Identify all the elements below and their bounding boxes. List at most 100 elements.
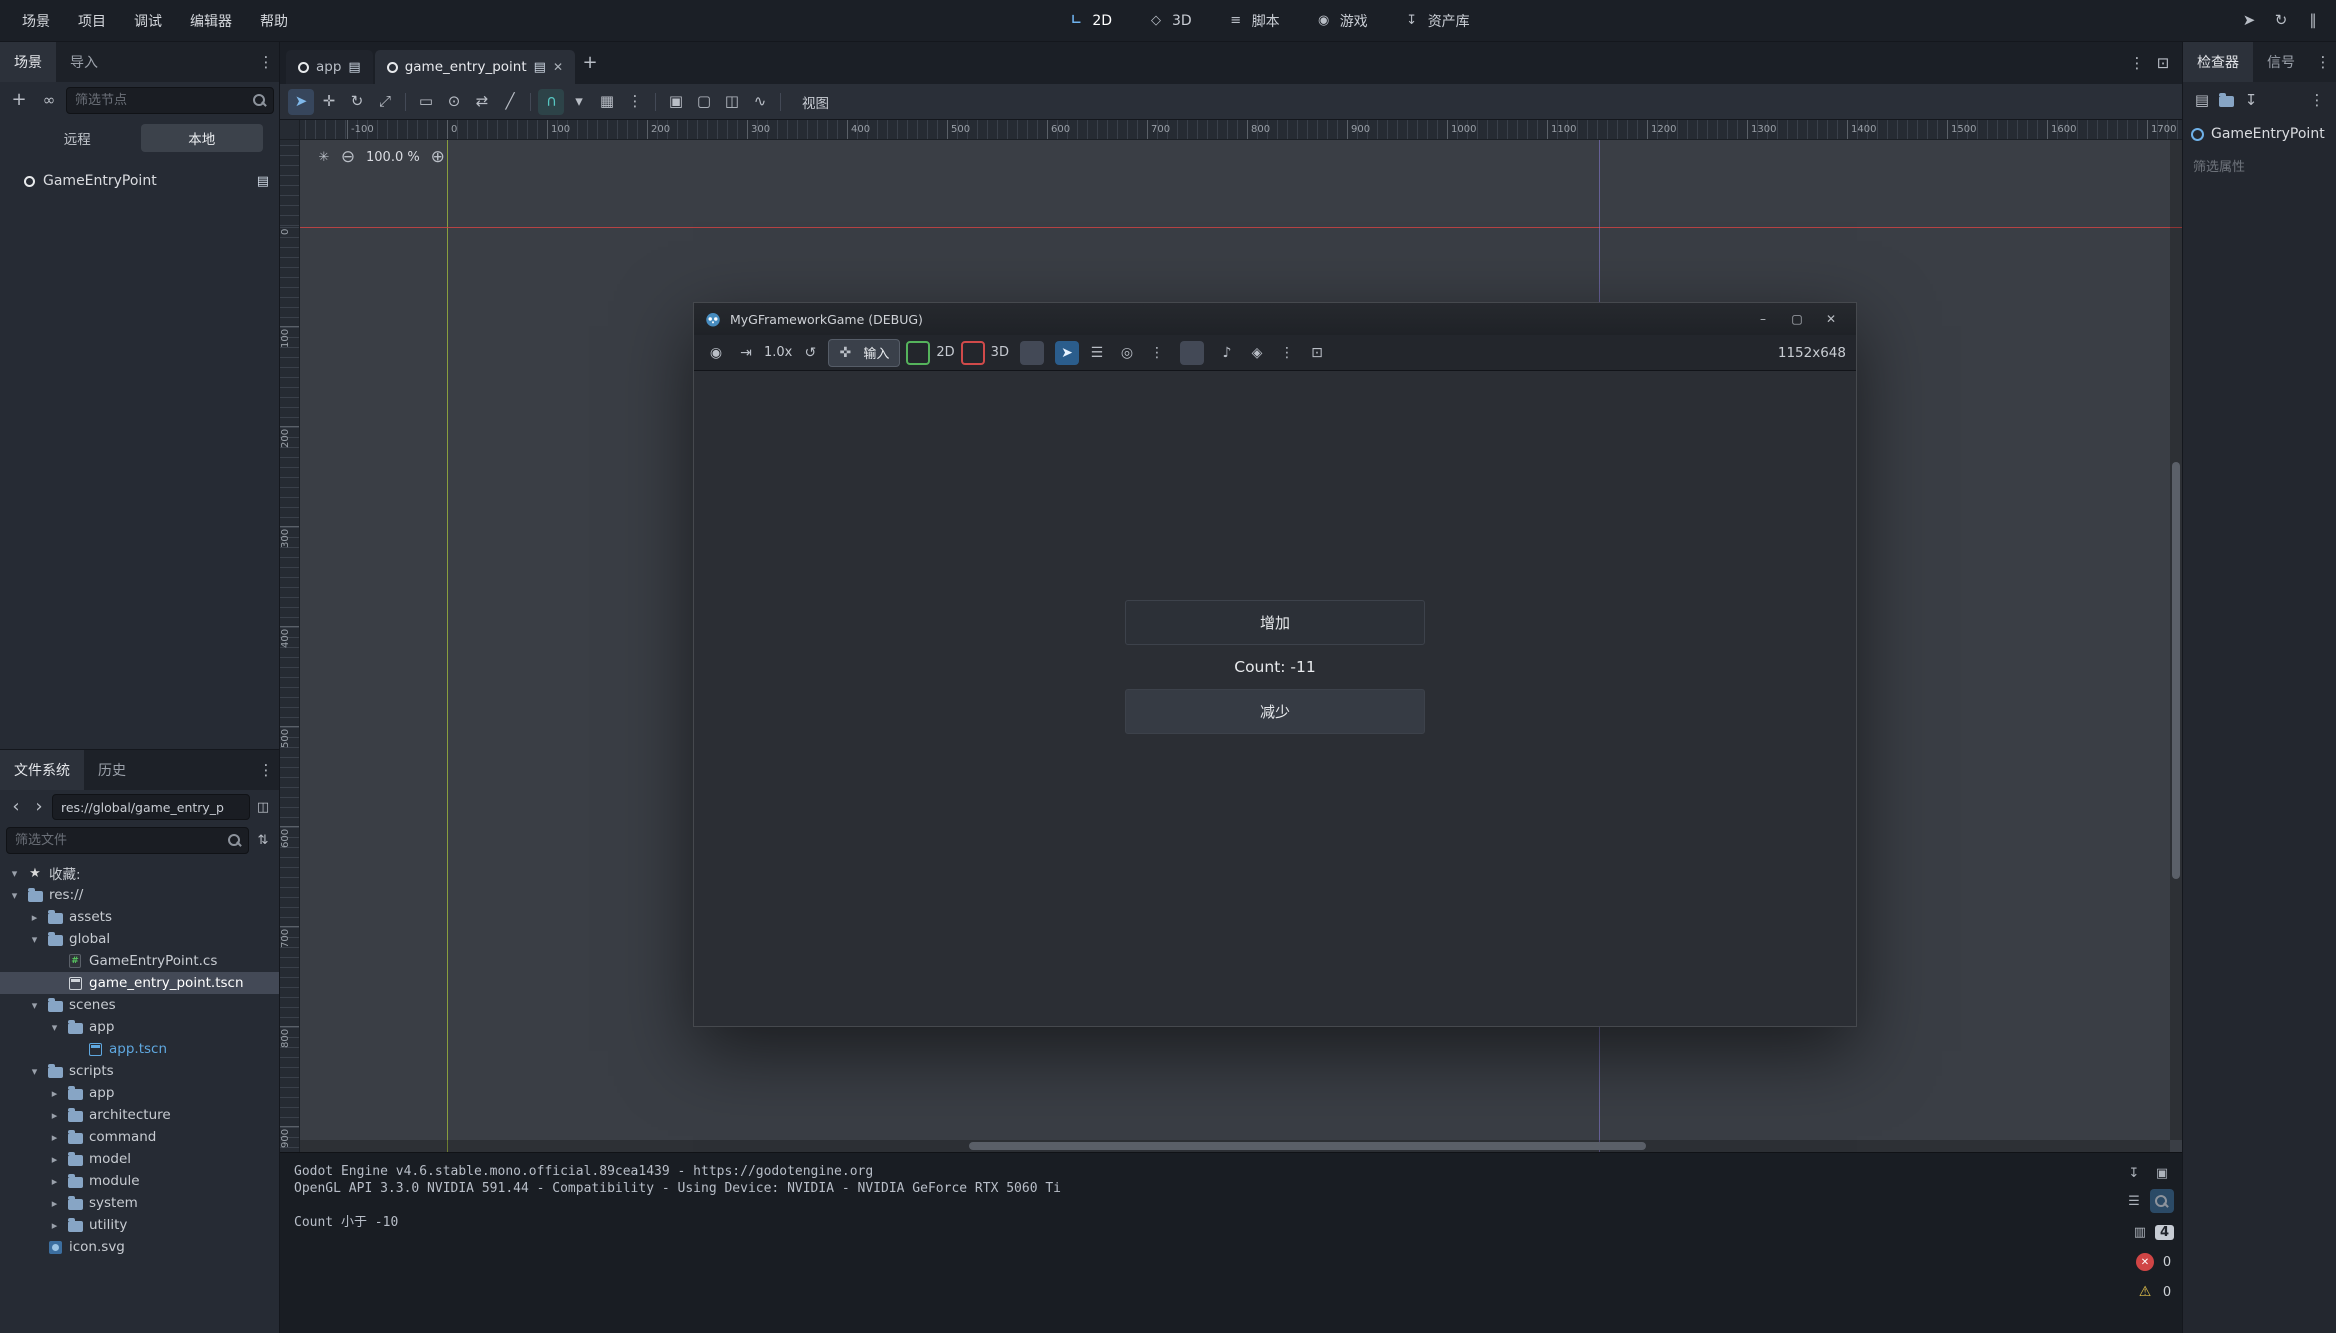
game-toolbar-item[interactable] bbox=[1115, 341, 1139, 365]
game-toolbar-item[interactable]: 输入 bbox=[828, 339, 900, 367]
file-tree-row[interactable]: app.tscn bbox=[0, 1038, 279, 1060]
status-badge[interactable]: 0 bbox=[2136, 1251, 2174, 1273]
log-search-icon[interactable] bbox=[2150, 1189, 2174, 1213]
menu-item[interactable]: 编辑器 bbox=[178, 7, 244, 35]
file-tree-row[interactable]: module bbox=[0, 1170, 279, 1192]
tool-icon[interactable] bbox=[691, 89, 717, 115]
dock-tab[interactable]: 场景 bbox=[0, 42, 56, 82]
tool-icon[interactable] bbox=[316, 89, 342, 115]
tool-icon[interactable] bbox=[719, 89, 745, 115]
filter-nodes-input[interactable] bbox=[73, 92, 247, 109]
copy-log-icon[interactable] bbox=[2150, 1161, 2174, 1185]
new-scene-tab-icon[interactable] bbox=[577, 50, 603, 76]
file-tree-row[interactable]: app bbox=[0, 1082, 279, 1104]
tree-expand-arrow[interactable] bbox=[48, 1087, 61, 1100]
tree-expand-arrow[interactable] bbox=[48, 1021, 61, 1034]
tool-icon[interactable] bbox=[497, 89, 523, 115]
window-control-icon[interactable] bbox=[1816, 307, 1846, 331]
game-toolbar-item[interactable]: 3D bbox=[961, 341, 1009, 365]
save-resource-icon[interactable] bbox=[2238, 87, 2264, 113]
tool-icon[interactable] bbox=[405, 93, 406, 111]
zoom-level[interactable]: 100.0 % bbox=[362, 150, 424, 165]
resource-options-icon[interactable] bbox=[2304, 87, 2330, 113]
increase-button[interactable]: 增加 bbox=[1125, 600, 1425, 645]
dock-tab[interactable]: 文件系统 bbox=[0, 750, 84, 790]
file-tree-row[interactable]: global bbox=[0, 928, 279, 950]
scene-dock-menu-icon[interactable] bbox=[253, 49, 279, 75]
tool-icon[interactable] bbox=[344, 89, 370, 115]
game-toolbar-item[interactable] bbox=[1055, 341, 1079, 365]
status-badge[interactable]: 4 bbox=[2131, 1221, 2174, 1243]
tree-expand-arrow[interactable] bbox=[48, 1109, 61, 1122]
session-control-icon[interactable] bbox=[2268, 8, 2294, 34]
file-tree-row[interactable]: icon.svg bbox=[0, 1236, 279, 1258]
dock-tab[interactable]: 信号 bbox=[2253, 42, 2309, 82]
game-toolbar-item[interactable]: 2D bbox=[906, 341, 954, 365]
dock-tab[interactable]: 检查器 bbox=[2183, 42, 2253, 82]
split-view-icon[interactable] bbox=[253, 797, 273, 817]
tool-icon[interactable] bbox=[780, 93, 781, 111]
tree-expand-arrow[interactable] bbox=[48, 1175, 61, 1188]
load-resource-icon[interactable] bbox=[2219, 96, 2234, 107]
tool-icon[interactable] bbox=[747, 89, 773, 115]
workspace-tab[interactable]: 3D bbox=[1136, 7, 1202, 35]
scene-tree-row[interactable]: GameEntryPoint bbox=[0, 166, 279, 196]
game-toolbar-item[interactable] bbox=[1175, 341, 1209, 365]
mode-button[interactable]: 远程 bbox=[16, 124, 139, 152]
dock-tab[interactable]: 历史 bbox=[84, 750, 140, 790]
game-toolbar-item[interactable] bbox=[1015, 341, 1049, 365]
file-tree-row[interactable]: app bbox=[0, 1016, 279, 1038]
game-toolbar-item[interactable] bbox=[734, 341, 758, 365]
menu-item[interactable]: 场景 bbox=[10, 7, 62, 35]
workspace-tab[interactable]: 脚本 bbox=[1216, 7, 1290, 35]
tool-icon[interactable] bbox=[469, 89, 495, 115]
canvas[interactable]: 100.0 % MyGFrameworkGame (DEBUG) bbox=[300, 140, 2182, 1152]
menu-item[interactable]: 调试 bbox=[122, 7, 174, 35]
workspace-tab[interactable]: 2D bbox=[1056, 7, 1122, 35]
tool-icon[interactable] bbox=[566, 89, 592, 115]
nav-back-icon[interactable] bbox=[6, 797, 26, 817]
filesystem-dock-menu-icon[interactable] bbox=[253, 757, 279, 783]
dock-tab[interactable]: 导入 bbox=[56, 42, 112, 82]
path-input[interactable] bbox=[59, 799, 243, 816]
view-menu-button[interactable]: 视图 bbox=[794, 88, 837, 116]
session-control-icon[interactable] bbox=[2236, 8, 2262, 34]
menu-item[interactable]: 帮助 bbox=[248, 7, 300, 35]
tree-expand-arrow[interactable] bbox=[8, 867, 21, 880]
tool-icon[interactable] bbox=[655, 93, 656, 111]
file-tree-row[interactable]: res:// bbox=[0, 884, 279, 906]
game-toolbar-item[interactable] bbox=[1085, 341, 1109, 365]
vertical-scrollbar-handle[interactable] bbox=[2172, 462, 2180, 879]
game-toolbar-item[interactable] bbox=[1275, 341, 1299, 365]
filter-properties-label[interactable]: 筛选属性 bbox=[2183, 150, 2336, 181]
tree-expand-arrow[interactable] bbox=[48, 1153, 61, 1166]
decrease-button[interactable]: 减少 bbox=[1125, 689, 1425, 734]
zoom-reset-icon[interactable] bbox=[314, 147, 334, 167]
game-toolbar-item[interactable] bbox=[1145, 341, 1169, 365]
script-icon[interactable] bbox=[257, 174, 269, 189]
log-filter-icon[interactable] bbox=[2122, 1189, 2146, 1213]
file-tree-row[interactable]: architecture bbox=[0, 1104, 279, 1126]
window-control-icon[interactable] bbox=[1782, 307, 1812, 331]
workspace-tab[interactable]: 资产库 bbox=[1392, 7, 1480, 35]
tool-icon[interactable] bbox=[663, 89, 689, 115]
file-tree-row[interactable]: command bbox=[0, 1126, 279, 1148]
scene-tab[interactable]: app bbox=[286, 50, 373, 84]
distraction-free-icon[interactable] bbox=[2150, 50, 2176, 76]
horizontal-scrollbar[interactable] bbox=[300, 1140, 2170, 1152]
tool-icon[interactable] bbox=[622, 89, 648, 115]
game-window-titlebar[interactable]: MyGFrameworkGame (DEBUG) bbox=[694, 303, 1856, 335]
window-control-icon[interactable] bbox=[1748, 307, 1778, 331]
zoom-out-icon[interactable] bbox=[338, 147, 358, 167]
menu-item[interactable]: 项目 bbox=[66, 7, 118, 35]
game-toolbar-item[interactable]: 1.0x bbox=[764, 345, 792, 360]
tree-expand-arrow[interactable] bbox=[48, 1219, 61, 1232]
file-tree-row[interactable]: assets bbox=[0, 906, 279, 928]
tool-icon[interactable] bbox=[372, 89, 398, 115]
file-tree-row[interactable]: game_entry_point.tscn bbox=[0, 972, 279, 994]
game-toolbar-item[interactable] bbox=[704, 341, 728, 365]
game-toolbar-item[interactable] bbox=[1305, 341, 1329, 365]
file-tree-row[interactable]: utility bbox=[0, 1214, 279, 1236]
file-tree-row[interactable]: 收藏: bbox=[0, 862, 279, 884]
add-node-icon[interactable] bbox=[6, 87, 32, 113]
